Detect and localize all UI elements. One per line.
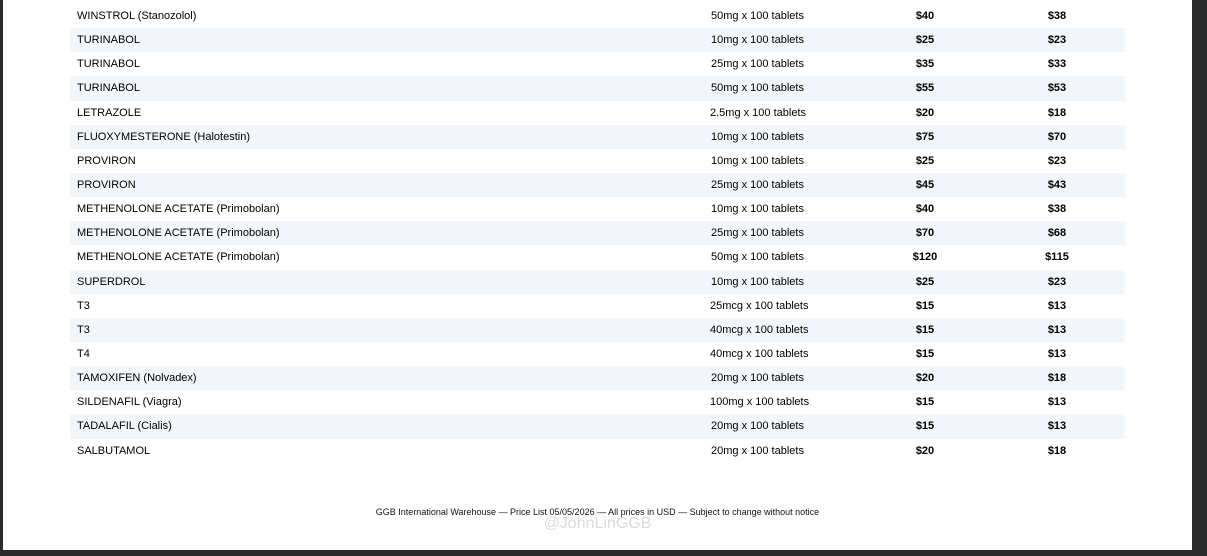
product-bulk-price: $13: [1047, 299, 1067, 312]
product-dose: 10mg x 100 tablets: [711, 130, 804, 143]
product-dose: 10mg x 100 tablets: [711, 154, 804, 167]
product-bulk-price: $38: [1047, 203, 1067, 216]
product-price: $75: [915, 130, 935, 143]
product-name: T3: [77, 299, 90, 312]
product-bulk-price: $18: [1047, 444, 1067, 457]
table-row: SALBUTAMOL 20mg x 100 tablets $20 $18: [70, 439, 1125, 463]
product-dose: 25mg x 100 tablets: [711, 178, 804, 191]
product-bulk-price: $23: [1047, 275, 1067, 288]
table-row: TURINABOL 25mg x 100 tablets $35 $33: [70, 52, 1125, 76]
table-row: PROVIRON 10mg x 100 tablets $25 $23: [70, 149, 1125, 173]
product-dose: 10mg x 100 tablets: [711, 203, 804, 216]
price-table: WINSTROL (Stanozolol) 50mg x 100 tablets $…: [70, 4, 1125, 463]
product-name: LETRAZOLE: [77, 106, 142, 119]
table-row: PROVIRON 25mg x 100 tablets $45 $43: [70, 172, 1125, 198]
product-price: $40: [915, 203, 935, 216]
product-name: TURINABOL: [77, 34, 140, 47]
table-row: METHENOLONE ACETATE (Primobolan) 50mg x 1…: [70, 245, 1125, 269]
product-bulk-price: $13: [1047, 323, 1067, 336]
product-bulk-price: $23: [1047, 154, 1067, 167]
table-row: TURINABOL 10mg x 100 tablets $25 $23: [70, 28, 1125, 53]
table-row: TURINABOL 50mg x 100 tablets $55 $53: [70, 76, 1125, 101]
product-price: $25: [915, 275, 935, 288]
product-bulk-price: $23: [1047, 34, 1067, 47]
product-name: TURINABOL: [77, 58, 140, 71]
table-row: T3 25mcg x 100 tablets $15 $13: [70, 294, 1125, 318]
product-price: $15: [915, 323, 935, 336]
product-bulk-price: $68: [1047, 227, 1067, 240]
product-name: METHENOLONE ACETATE (Primobolan): [77, 203, 280, 216]
product-dose: 25mg x 100 tablets: [711, 227, 804, 240]
product-bulk-price: $43: [1047, 178, 1067, 191]
product-price: $20: [915, 106, 935, 119]
product-dose: 20mg x 100 tablets: [711, 372, 804, 385]
product-price: $45: [915, 178, 935, 191]
product-name: SALBUTAMOL: [77, 444, 151, 457]
product-price: $25: [915, 34, 935, 47]
product-name: METHENOLONE ACETATE (Primobolan): [77, 251, 280, 264]
product-bulk-price: $18: [1047, 106, 1067, 119]
product-price: $40: [915, 10, 935, 22]
product-bulk-price: $53: [1047, 82, 1067, 95]
product-bulk-price: $70: [1047, 130, 1067, 143]
product-name: METHENOLONE ACETATE (Primobolan): [77, 227, 280, 240]
product-dose: 20mg x 100 tablets: [711, 444, 804, 457]
product-name: PROVIRON: [77, 178, 136, 191]
product-name: PROVIRON: [77, 154, 136, 167]
product-dose: 10mg x 100 tablets: [711, 275, 804, 288]
product-price: $15: [915, 396, 935, 409]
product-bulk-price: $18: [1047, 372, 1067, 385]
table-row: WINSTROL (Stanozolol) 50mg x 100 tablets $…: [70, 4, 1125, 28]
product-dose: 2.5mg x 100 tablets: [710, 106, 807, 119]
product-dose: 25mg x 100 tablets: [711, 58, 804, 71]
viewer-scrollbar[interactable]: [1192, 0, 1207, 556]
product-bulk-price: $33: [1047, 58, 1067, 71]
product-price: $15: [915, 420, 935, 433]
product-name: T3: [77, 323, 90, 336]
product-name: TADALAFIL (Cialis): [77, 420, 172, 433]
product-dose: 100mg x 100 tablets: [710, 396, 810, 409]
product-price: $120: [912, 251, 938, 264]
product-dose: 40mcg x 100 tablets: [710, 323, 809, 336]
product-name: SUPERDROL: [77, 275, 146, 288]
table-row: SUPERDROL 10mg x 100 tablets $25 $23: [70, 269, 1125, 294]
product-dose: 20mg x 100 tablets: [711, 420, 804, 433]
product-price: $35: [915, 58, 935, 71]
product-dose: 50mg x 100 tablets: [711, 10, 804, 22]
table-row: TADALAFIL (Cialis) 20mg x 100 tablets $15 $…: [70, 414, 1125, 439]
product-dose: 25mcg x 100 tablets: [710, 299, 809, 312]
product-price: $55: [915, 82, 935, 95]
product-bulk-price: $13: [1047, 347, 1067, 360]
table-row: TAMOXIFEN (Nolvadex) 20mg x 100 tablets $2…: [70, 366, 1125, 391]
table-row: T4 40mcg x 100 tablets $15 $13: [70, 342, 1125, 366]
product-price: $20: [915, 372, 935, 385]
product-dose: 50mg x 100 tablets: [711, 82, 804, 95]
product-name: T4: [77, 347, 90, 360]
product-name: WINSTROL (Stanozolol): [77, 10, 197, 22]
product-bulk-price: $38: [1047, 10, 1067, 22]
product-dose: 50mg x 100 tablets: [711, 251, 804, 264]
table-row: METHENOLONE ACETATE (Primobolan) 25mg x 1…: [70, 221, 1125, 246]
table-row: METHENOLONE ACETATE (Primobolan) 10mg x 1…: [70, 197, 1125, 221]
table-row: T3 40mcg x 100 tablets $15 $13: [70, 317, 1125, 342]
table-row: FLUOXYMESTERONE (Halotestin) 10mg x 100 t…: [70, 124, 1125, 149]
product-price: $70: [915, 227, 935, 240]
watermark: @JohnLinGGB: [543, 515, 652, 532]
product-name: TURINABOL: [77, 82, 140, 95]
product-price: $15: [915, 347, 935, 360]
product-price: $20: [915, 444, 935, 457]
product-bulk-price: $13: [1047, 396, 1067, 409]
product-price: $15: [915, 299, 935, 312]
product-name: FLUOXYMESTERONE (Halotestin): [77, 130, 250, 143]
product-name: SILDENAFIL (Viagra): [77, 396, 182, 409]
document-page: WINSTROL (Stanozolol) 50mg x 100 tablets $…: [3, 0, 1192, 550]
product-bulk-price: $13: [1047, 420, 1067, 433]
product-name: TAMOXIFEN (Nolvadex): [77, 372, 197, 385]
table-row: LETRAZOLE 2.5mg x 100 tablets $20 $18: [70, 101, 1125, 125]
table-row: SILDENAFIL (Viagra) 100mg x 100 tablets $1…: [70, 390, 1125, 414]
product-bulk-price: $115: [1045, 251, 1069, 264]
product-dose: 40mcg x 100 tablets: [710, 347, 809, 360]
product-price: $25: [915, 154, 935, 167]
product-dose: 10mg x 100 tablets: [711, 34, 804, 47]
